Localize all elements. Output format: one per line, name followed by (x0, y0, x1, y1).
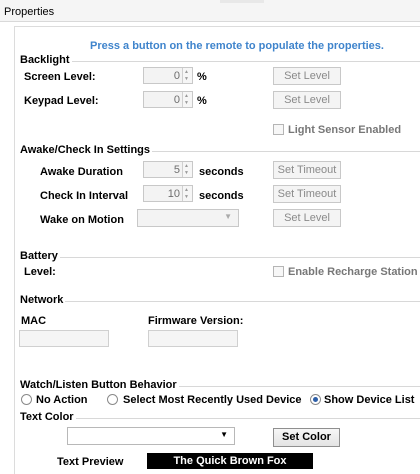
recent-device-radio[interactable] (107, 394, 118, 405)
backlight-group-title: Backlight (18, 54, 72, 66)
keypad-level-value: 0 (173, 94, 180, 106)
battery-group-border (18, 257, 420, 258)
checkin-interval-arrows[interactable]: ▲ ▼ (182, 186, 192, 201)
properties-tab-title[interactable]: Properties (4, 6, 54, 18)
battery-level-label: Level: (24, 266, 56, 278)
hint-text: Press a button on the remote to populate… (90, 40, 384, 52)
spin-down-icon[interactable]: ▼ (184, 170, 189, 176)
keypad-level-spinner[interactable]: 0 ▲ ▼ (143, 91, 193, 108)
checkin-interval-label: Check In Interval (40, 190, 129, 202)
recent-device-label: Select Most Recently Used Device (123, 394, 302, 406)
light-sensor-checkbox[interactable] (273, 124, 284, 135)
spin-down-icon[interactable]: ▼ (184, 100, 189, 106)
awake-group-title: Awake/Check In Settings (18, 144, 153, 156)
screen-set-level-button[interactable]: Set Level (273, 67, 341, 85)
recharge-station-checkbox[interactable] (273, 266, 284, 277)
spin-up-icon[interactable]: ▲ (184, 163, 189, 169)
wake-on-motion-label: Wake on Motion (40, 214, 124, 226)
screen-level-value: 0 (173, 70, 180, 82)
awake-set-timeout-button[interactable]: Set Timeout (273, 161, 341, 179)
mac-label: MAC (21, 315, 47, 327)
checkin-interval-value: 10 (167, 188, 180, 200)
wake-on-motion-dropdown[interactable]: ▼ (137, 209, 239, 227)
awake-duration-arrows[interactable]: ▲ ▼ (182, 162, 192, 177)
network-group-border (18, 301, 420, 302)
light-sensor-label: Light Sensor Enabled (288, 124, 402, 136)
spin-down-icon[interactable]: ▼ (184, 76, 189, 82)
wake-set-level-button[interactable]: Set Level (273, 209, 341, 227)
properties-panel (14, 26, 420, 474)
screen-level-label: Screen Level: (24, 71, 96, 83)
screen-level-unit: % (197, 71, 207, 83)
firmware-field[interactable] (148, 330, 238, 347)
spin-down-icon[interactable]: ▼ (184, 194, 189, 200)
text-preview-label: Text Preview (57, 456, 124, 468)
spin-up-icon[interactable]: ▲ (184, 93, 189, 99)
text-preview-box: The Quick Brown Fox (147, 453, 313, 469)
text-color-group-border (18, 418, 420, 419)
keypad-level-arrows[interactable]: ▲ ▼ (182, 92, 192, 107)
keypad-level-label: Keypad Level: (24, 95, 99, 107)
mac-field[interactable] (19, 330, 109, 347)
network-group-title: Network (18, 294, 66, 306)
keypad-set-level-button[interactable]: Set Level (273, 91, 341, 109)
no-action-radio[interactable] (21, 394, 32, 405)
spin-up-icon[interactable]: ▲ (184, 187, 189, 193)
awake-duration-label: Awake Duration (40, 166, 123, 178)
chevron-down-icon[interactable]: ▼ (224, 212, 232, 221)
keypad-level-unit: % (197, 95, 207, 107)
chevron-down-icon[interactable]: ▼ (220, 430, 228, 439)
awake-duration-spinner[interactable]: 5 ▲ ▼ (143, 161, 193, 178)
screen-level-spinner[interactable]: 0 ▲ ▼ (143, 67, 193, 84)
no-action-label: No Action (36, 394, 88, 406)
text-color-group-title: Text Color (18, 411, 76, 423)
awake-duration-value: 5 (173, 164, 180, 176)
checkin-set-timeout-button[interactable]: Set Timeout (273, 185, 341, 203)
properties-tab-header[interactable] (0, 0, 420, 22)
awake-duration-unit: seconds (199, 166, 244, 178)
spin-up-icon[interactable]: ▲ (184, 69, 189, 75)
show-device-list-label: Show Device List (324, 394, 415, 406)
screen-level-arrows[interactable]: ▲ ▼ (182, 68, 192, 83)
show-device-list-radio[interactable] (310, 394, 321, 405)
checkin-interval-unit: seconds (199, 190, 244, 202)
tab-strip-gap (220, 0, 264, 3)
firmware-label: Firmware Version: (148, 315, 244, 327)
backlight-group-border (18, 61, 420, 62)
recharge-station-label: Enable Recharge Station (288, 266, 418, 278)
set-color-button[interactable]: Set Color (273, 428, 340, 447)
checkin-interval-spinner[interactable]: 10 ▲ ▼ (143, 185, 193, 202)
watch-group-title: Watch/Listen Button Behavior (18, 379, 179, 391)
text-color-dropdown[interactable]: ▼ (67, 427, 235, 445)
battery-group-title: Battery (18, 250, 60, 262)
